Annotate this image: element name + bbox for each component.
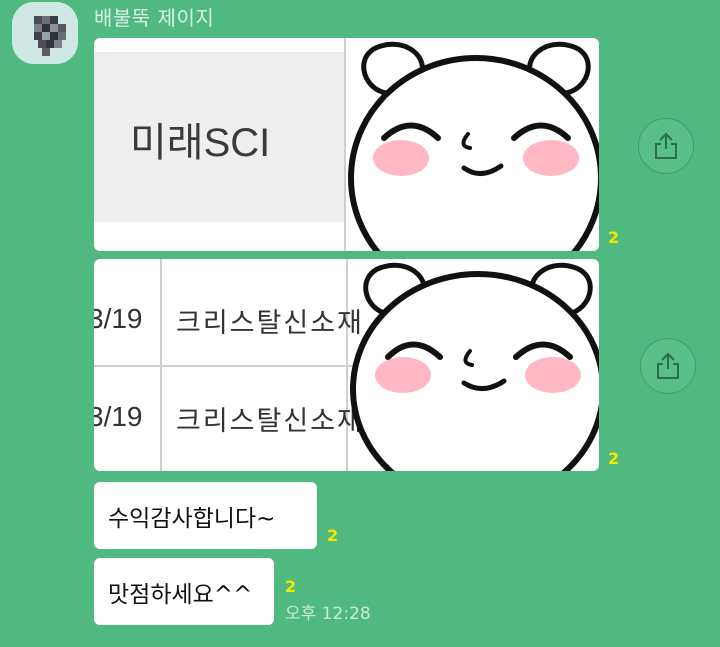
avatar[interactable] — [12, 2, 78, 64]
read-count: 2 — [285, 577, 297, 596]
read-count: 2 — [327, 526, 339, 545]
image-message[interactable]: 미래SCI — [94, 38, 599, 251]
sticker-character-icon — [350, 262, 599, 471]
sender-name: 배불뚝 제이지 — [94, 6, 215, 30]
image-text: 미래SCI — [130, 121, 271, 165]
message-text: 수익감사합니다~ — [108, 505, 276, 532]
share-icon — [657, 352, 679, 379]
image-message[interactable]: 3/19 크리스탈신소재 3/19 크리스탈신소재 — [94, 259, 599, 471]
share-icon — [655, 132, 677, 159]
text-message-bubble[interactable]: 수익감사합니다~ — [94, 482, 317, 549]
share-button[interactable] — [638, 118, 694, 174]
message-text: 맛점하세요^^ — [108, 581, 253, 608]
avatar-icon — [12, 2, 78, 64]
share-button[interactable] — [640, 338, 696, 394]
table-cell-name: 크리스탈신소재 — [176, 308, 364, 338]
table-cell-name: 크리스탈신소재 — [176, 406, 364, 436]
table-cell-date: 3/19 — [94, 401, 143, 432]
read-count: 2 — [608, 228, 620, 247]
sticker-character-icon — [348, 41, 599, 251]
message-timestamp: 오후 12:28 — [285, 604, 371, 624]
text-message-bubble[interactable]: 맛점하세요^^ — [94, 558, 274, 625]
table-cell-date: 3/19 — [94, 303, 143, 334]
divider — [160, 259, 162, 471]
read-count: 2 — [608, 449, 620, 468]
